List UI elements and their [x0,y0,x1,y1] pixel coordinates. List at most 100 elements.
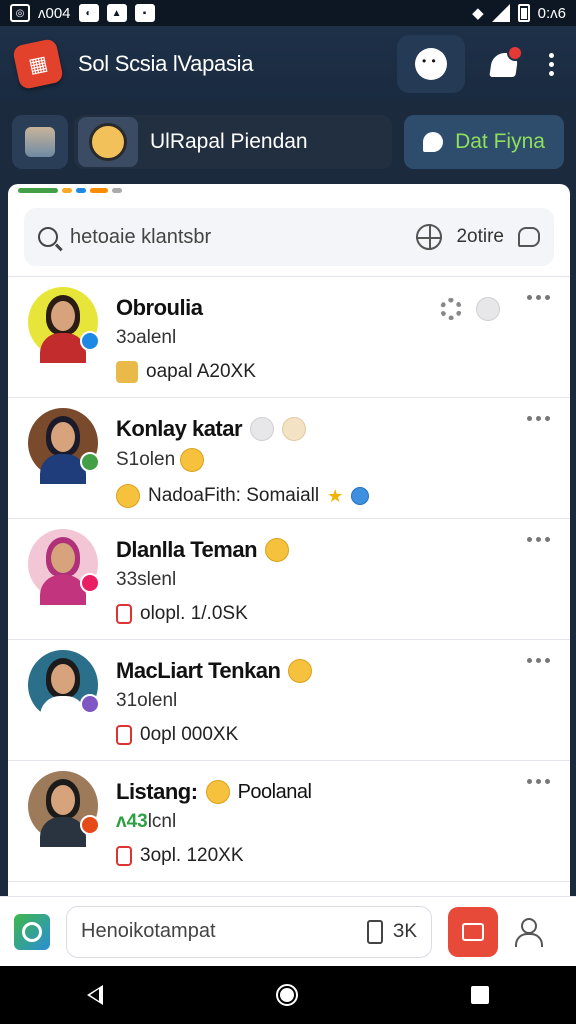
emoji-icon [250,417,275,441]
contact-name: Obroulia [116,295,203,320]
signal-icon [491,4,510,22]
story-thumbnail[interactable] [12,115,68,169]
status-badge [80,694,100,714]
more-icon[interactable] [527,416,550,421]
emoji-icon [205,780,230,804]
recents-icon[interactable] [471,986,490,1004]
message-placeholder: Henoikotampat [81,920,216,942]
status-badge [80,573,100,593]
gift-icon [116,361,138,383]
avatar[interactable] [28,650,100,726]
story-avatar [25,127,55,157]
contact-meta: 3opl. 120XK [140,845,244,866]
current-user-name: UlRapal Piendan [150,130,308,153]
contact-row[interactable]: Dlanlla Teman 33slenl olopl. 1/.0SK [8,519,570,640]
status-time: 0:ʌ6 [537,4,566,22]
status-left-text: ʌ004 [38,4,71,22]
camera-icon[interactable] [14,913,50,950]
emoji-icon [265,538,290,562]
status-badge [80,331,100,351]
avatar[interactable] [28,408,100,484]
system-nav-bar [0,966,576,1024]
status-bar: ◎ ʌ004 ◐ ▲ ▪ ◆ 0:ʌ6 [0,0,576,26]
contact-row[interactable]: Konlay katar S1olen NadoaFith: Somaiall … [8,398,570,519]
contact-name: Dlanlla Teman [116,537,258,562]
chat-icon [423,132,444,152]
contacts-card: hetoaie klantsbr 2otire Obroulia 3ɔalenl [8,184,570,896]
contact-meta: NadoaFith: Somaiall [148,485,320,506]
user-avatar [78,117,138,167]
home-icon[interactable] [275,984,298,1006]
more-icon[interactable] [527,537,550,542]
count-label: ЗK [392,920,417,942]
app-logo-icon[interactable]: ▦ [11,37,65,91]
chat-bubble-icon[interactable] [518,227,540,247]
contact-sub: 3ɔalenl [116,327,177,348]
wifi-icon: ◆ [472,5,484,22]
avatar[interactable] [28,287,100,363]
emoji-icon [351,487,370,505]
status-badge [80,815,100,835]
battery-icon [517,4,530,22]
phone-meta-icon [116,846,132,866]
contact-name: Konlay katar [116,416,243,441]
composer-bar: Henoikotampat ЗK [0,896,576,966]
search-bar[interactable]: hetoaie klantsbr 2otire [24,208,554,266]
progress-strip [8,184,570,194]
contact-row[interactable]: MacLiart Tenkan 31olenl 0opl 000XK [8,640,570,761]
notification-icon: ◎ [10,4,30,22]
search-icon [38,227,58,247]
phone-meta-icon [116,604,132,624]
contact-row[interactable]: Listang: Poolanal ʌ43lcnl 3opl. 120XK [8,761,570,882]
contact-sub: 33slenl [116,569,177,590]
more-icon[interactable] [527,295,550,300]
phone-meta-icon [116,725,132,745]
image-notification-icon: ▲ [106,4,127,22]
app-notification-icon: ◐ [78,4,99,22]
filter-label[interactable]: 2otire [456,226,504,248]
phone-icon[interactable] [366,919,383,944]
app-bar: ▦ Sol Scsia lVapasia [0,26,576,102]
contact-name-extra: Poolanal [237,780,312,803]
contact-name: Listang: [116,779,198,804]
more-options-button[interactable] [543,49,560,80]
emoji-icon [288,659,313,683]
contact-name: MacLiart Tenkan [116,658,281,683]
current-user-chip[interactable]: UlRapal Piendan [74,115,392,169]
profile-button[interactable] [397,35,465,93]
send-button[interactable] [448,906,498,957]
story-bar: UlRapal Piendan Dat Fiyna [0,102,576,182]
back-icon[interactable] [86,985,103,1005]
face-icon [415,48,447,80]
contact-meta: oapal A20XK [146,361,256,382]
chat-notification-icon: ▪ [134,4,155,22]
cta-label: Dat Fiyna [455,130,545,153]
contact-sub: lcnl [147,811,177,832]
emoji-icon [180,448,205,472]
status-badge [80,452,100,472]
app-title: Sol Scsia lVapasia [78,51,254,76]
star-icon: ★ [327,485,344,506]
crosshair-icon[interactable] [416,224,443,250]
gear-icon[interactable] [440,298,462,320]
notifications-button[interactable] [487,45,523,81]
emoji-icon [116,484,140,508]
contact-sub-prefix: ʌ43 [116,811,148,832]
contact-meta: 0opl 000XK [140,724,239,745]
more-icon[interactable] [527,658,550,663]
contact-sub: 31olenl [116,690,178,711]
profile-icon[interactable] [514,917,543,947]
message-input[interactable]: Henoikotampat ЗK [66,905,432,958]
notification-dot [507,45,523,61]
contact-list: Obroulia 3ɔalenl oapal A20XK Konlay kata… [8,277,570,882]
contact-meta: olopl. 1/.0SK [140,603,248,624]
more-icon[interactable] [527,779,550,784]
emoji-icon[interactable] [476,297,500,321]
avatar[interactable] [28,529,100,605]
cta-button[interactable]: Dat Fiyna [404,115,564,169]
avatar[interactable] [28,771,100,847]
contact-row[interactable]: Obroulia 3ɔalenl oapal A20XK [8,277,570,398]
emoji-icon [282,417,307,441]
search-input[interactable]: hetoaie klantsbr [70,226,211,249]
contact-sub: S1olen [116,449,176,471]
